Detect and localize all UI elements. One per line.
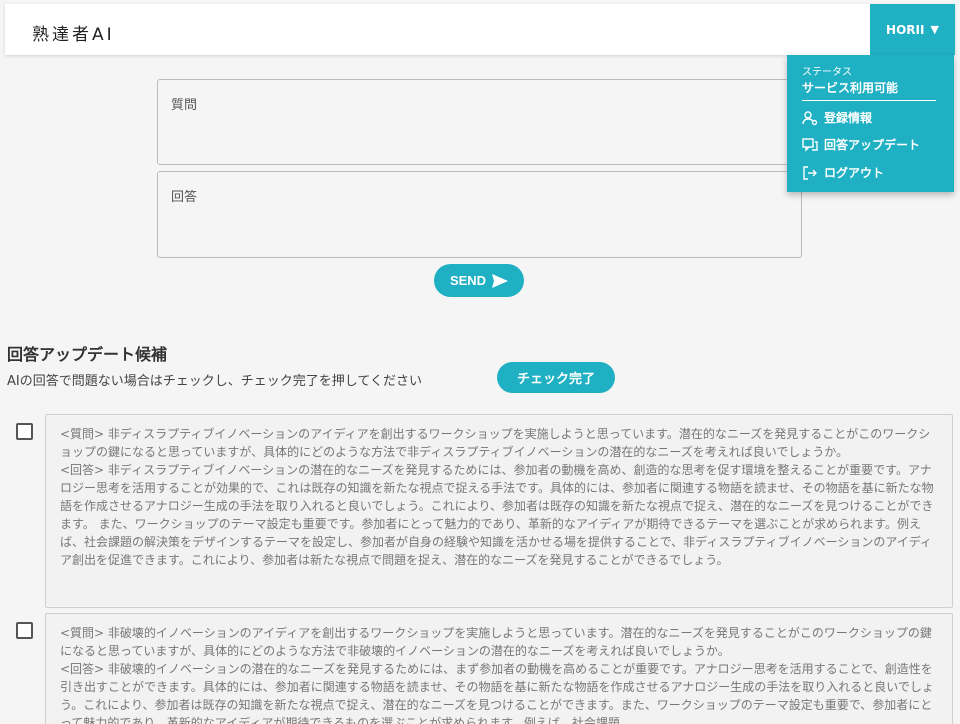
candidate-card: <質問> 非ディスラプティブイノベーションのアイディアを創出するワークショップを… bbox=[45, 414, 953, 608]
answer-input[interactable] bbox=[158, 172, 801, 257]
candidate-checkbox[interactable] bbox=[16, 423, 33, 440]
user-name: HORII bbox=[886, 22, 925, 37]
status-value: サービス利用可能 bbox=[802, 81, 899, 95]
menu-item-registration[interactable]: 登録情報 bbox=[802, 109, 872, 126]
send-label: SEND bbox=[449, 273, 487, 288]
menu-item-label: 登録情報 bbox=[824, 111, 873, 125]
menu-divider bbox=[802, 100, 936, 101]
app-bar: 熟達者AI HORII ▼ bbox=[5, 4, 955, 55]
chat-update-icon bbox=[802, 137, 818, 152]
send-button[interactable]: SEND bbox=[434, 264, 524, 297]
menu-item-logout[interactable]: ログアウト bbox=[802, 164, 884, 181]
menu-item-label: 回答アップデート bbox=[824, 138, 921, 152]
app-title: 熟達者AI bbox=[32, 25, 115, 45]
candidate-question: <質問> 非破壊的イノベーションのアイディアを創出するワークショップを実施しよう… bbox=[60, 626, 932, 658]
menu-item-label: ログアウト bbox=[824, 166, 885, 180]
section-title: 回答アップデート候補 bbox=[7, 345, 168, 364]
candidate-question: <質問> 非ディスラプティブイノベーションのアイディアを創出するワークショップを… bbox=[60, 427, 931, 459]
candidate-answer: <回答> 非ディスラプティブイノベーションの潜在的なニーズを発見するためには、参… bbox=[60, 463, 934, 567]
logout-icon bbox=[803, 165, 817, 180]
user-dropdown-menu: ステータス サービス利用可能 登録情報 回答アップデート ログアウト bbox=[787, 55, 954, 192]
menu-item-answer-update[interactable]: 回答アップデート bbox=[802, 136, 920, 153]
check-done-button[interactable]: チェック完了 bbox=[497, 362, 615, 393]
candidate-answer: <回答> 非破壊的イノベーションの潜在的なニーズを発見するためには、まず参加者の… bbox=[60, 662, 934, 724]
user-menu-button[interactable]: HORII ▼ bbox=[870, 4, 955, 55]
section-description: AIの回答で問題ない場合はチェックし、チェック完了を押してください bbox=[7, 374, 422, 389]
caret-down-icon: ▼ bbox=[930, 23, 939, 36]
candidate-checkbox[interactable] bbox=[16, 622, 33, 639]
answer-field-wrapper bbox=[157, 171, 802, 258]
question-input[interactable] bbox=[158, 80, 801, 164]
status-label: ステータス bbox=[802, 67, 852, 78]
question-field-wrapper bbox=[157, 79, 802, 165]
send-icon bbox=[492, 273, 509, 288]
user-settings-icon bbox=[802, 110, 818, 125]
candidate-card: <質問> 非破壊的イノベーションのアイディアを創出するワークショップを実施しよう… bbox=[45, 613, 953, 724]
